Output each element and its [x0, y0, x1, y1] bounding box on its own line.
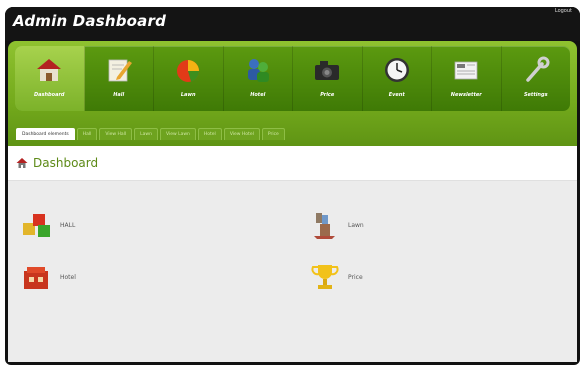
page-header: Dashboard: [8, 146, 577, 181]
tab-view-hall[interactable]: View Hall: [99, 128, 133, 140]
top-bar: Admin Dashboard Logout: [5, 7, 580, 41]
nav-label: Hall: [113, 92, 125, 98]
tab-dashboard-elements[interactable]: Dashboard elements: [16, 128, 75, 140]
newspaper-icon: [454, 61, 478, 80]
nav-hall[interactable]: Hall: [85, 46, 154, 111]
tab-hotel[interactable]: Hotel: [197, 128, 222, 140]
nav-label: Newsletter: [450, 92, 482, 98]
nav-hotel[interactable]: Hotel: [224, 46, 293, 111]
main-nav: Dashboard Hall Lawn Hotel Price Event Ne…: [15, 46, 570, 111]
sub-tabs: Dashboard elements Hall View Hall Lawn V…: [16, 128, 285, 140]
nav-label: Event: [388, 92, 405, 98]
nav-label: Price: [320, 92, 335, 98]
tab-view-lawn[interactable]: View Lawn: [159, 128, 196, 140]
item-label: HALL: [60, 221, 76, 229]
item-hall[interactable]: HALL: [20, 210, 75, 240]
home-icon: [37, 59, 62, 81]
logout-link[interactable]: Logout: [555, 8, 572, 14]
tab-lawn[interactable]: Lawn: [134, 128, 158, 140]
tab-price[interactable]: Price: [261, 128, 285, 140]
tab-hall[interactable]: Hall: [76, 128, 98, 140]
wrench-icon: [526, 56, 550, 82]
lawn-icon: [314, 213, 335, 239]
nav-newsletter[interactable]: Newsletter: [432, 46, 502, 111]
app-title: Admin Dashboard: [13, 12, 167, 30]
edit-icon: [108, 59, 132, 82]
nav-panel: Dashboard Hall Lawn Hotel Price Event Ne…: [8, 41, 577, 146]
nav-settings[interactable]: Settings: [502, 46, 571, 111]
content-area: Dashboard HALL Lawn Hotel Price: [8, 146, 577, 362]
nav-event[interactable]: Event: [363, 46, 432, 111]
nav-label: Settings: [523, 92, 548, 98]
nav-label: Hotel: [250, 92, 266, 98]
page-title: Dashboard: [33, 156, 99, 170]
item-label: Price: [348, 273, 363, 281]
item-label: Lawn: [348, 221, 364, 229]
clock-icon: [384, 58, 409, 82]
cubes-icon: [23, 214, 50, 237]
nav-lawn[interactable]: Lawn: [154, 46, 224, 111]
item-price[interactable]: Price: [308, 262, 363, 292]
nav-label: Dashboard: [34, 92, 65, 98]
app-window: Admin Dashboard Logout Dashboard Hall La…: [5, 7, 580, 365]
nav-price[interactable]: Price: [293, 46, 363, 111]
trophy-icon: [311, 265, 339, 289]
pie-chart-icon: [177, 60, 200, 82]
nav-dashboard[interactable]: Dashboard: [15, 46, 85, 111]
home-icon: [16, 158, 28, 168]
camera-icon: [315, 61, 340, 80]
hotel-icon: [24, 267, 48, 289]
dashboard-items: HALL Lawn Hotel Price: [8, 190, 577, 360]
item-lawn[interactable]: Lawn: [308, 210, 364, 240]
tab-view-hotel[interactable]: View Hotel: [223, 128, 260, 140]
item-label: Hotel: [60, 273, 76, 281]
item-hotel[interactable]: Hotel: [20, 262, 76, 292]
users-icon: [247, 59, 269, 82]
nav-label: Lawn: [180, 92, 196, 98]
